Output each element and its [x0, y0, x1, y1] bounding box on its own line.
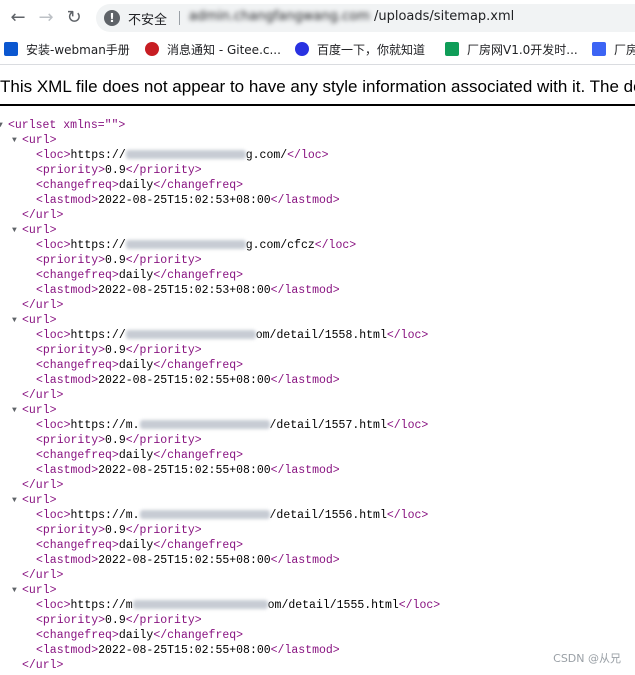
url-open-tag: ▼ <url>	[12, 223, 57, 238]
url-open-tag: ▼ <url>	[12, 133, 57, 148]
redacted-host	[139, 510, 270, 519]
lastmod-element: <lastmod>2022-08-25T15:02:55+08:00</last…	[36, 464, 340, 477]
url-close-tag: </url>	[22, 569, 64, 582]
lastmod-element: <lastmod>2022-08-25T15:02:53+08:00</last…	[36, 284, 340, 297]
bookmark-label: 厂房网V1.0开发时...	[467, 43, 578, 57]
url-host[interactable]: admin.changfangwang.com	[189, 9, 370, 24]
bookmark-icon	[592, 42, 606, 56]
watermark: CSDN @从兄	[553, 652, 621, 665]
bookmark-label: 厂房	[614, 43, 635, 57]
address-bar[interactable]: ! 不安全 admin.changfangwang.com /uploads/s…	[96, 4, 635, 32]
webman-icon	[4, 42, 18, 56]
separator	[179, 11, 180, 25]
collapse-arrow-icon[interactable]: ▼	[12, 223, 20, 238]
collapse-arrow-icon[interactable]: ▼	[12, 403, 20, 418]
urlset-open-tag: ▼ <urlset xmlns="">	[0, 118, 126, 133]
loc-element: <loc>https://m./detail/1557.html</loc>	[36, 419, 429, 432]
priority-element: <priority>0.9</priority>	[36, 254, 202, 267]
redacted-host	[139, 420, 270, 429]
priority-element: <priority>0.9</priority>	[36, 164, 202, 177]
changefreq-element: <changefreq>daily</changefreq>	[36, 179, 244, 192]
collapse-arrow-icon[interactable]: ▼	[12, 313, 20, 328]
url-close-tag: </url>	[22, 389, 64, 402]
forward-icon[interactable]: →	[36, 8, 56, 28]
bookmarks-bar: 安装-webman手册 消息通知 - Gitee.c... 百度一下，你就知道 …	[0, 36, 635, 65]
bookmark-changfang-2[interactable]: 厂房	[592, 41, 635, 59]
changefreq-element: <changefreq>daily</changefreq>	[36, 629, 244, 642]
warning-icon[interactable]: !	[104, 10, 120, 26]
xml-tree: ▼ <urlset xmlns=""> ▼ <url> <loc>https://g.c…	[0, 118, 635, 673]
collapse-arrow-icon[interactable]: ▼	[0, 118, 6, 133]
lastmod-element: <lastmod>2022-08-25T15:02:55+08:00</last…	[36, 374, 340, 387]
collapse-arrow-icon[interactable]: ▼	[12, 133, 20, 148]
lastmod-element: <lastmod>2022-08-25T15:02:55+08:00</last…	[36, 644, 340, 657]
changefreq-element: <changefreq>daily</changefreq>	[36, 539, 244, 552]
url-open-tag: ▼ <url>	[12, 403, 57, 418]
changefreq-element: <changefreq>daily</changefreq>	[36, 449, 244, 462]
redacted-host	[125, 330, 256, 339]
security-label[interactable]: 不安全	[128, 9, 167, 28]
bookmark-baidu[interactable]: 百度一下，你就知道	[295, 41, 425, 59]
url-open-tag: ▼ <url>	[12, 313, 57, 328]
url-close-tag: </url>	[22, 479, 64, 492]
loc-element: <loc>https://m./detail/1556.html</loc>	[36, 509, 429, 522]
bookmark-label: 安装-webman手册	[26, 43, 130, 57]
xml-style-notice: This XML file does not appear to have an…	[0, 70, 635, 106]
loc-element: <loc>https://m om/detail/1555.html</loc>	[36, 599, 441, 612]
baidu-icon	[295, 42, 309, 56]
url-open-tag: ▼ <url>	[12, 583, 57, 598]
url-close-tag: </url>	[22, 209, 64, 222]
loc-element: <loc>https://om/detail/1558.html</loc>	[36, 329, 429, 342]
collapse-arrow-icon[interactable]: ▼	[12, 493, 20, 508]
url-close-tag: </url>	[22, 299, 64, 312]
priority-element: <priority>0.9</priority>	[36, 344, 202, 357]
bookmark-label: 百度一下，你就知道	[317, 43, 426, 57]
bookmark-gitee[interactable]: 消息通知 - Gitee.c...	[145, 41, 281, 59]
changefreq-element: <changefreq>daily</changefreq>	[36, 359, 244, 372]
redacted-host	[132, 600, 268, 609]
redacted-host	[125, 240, 246, 249]
bookmark-label: 消息通知 - Gitee.c...	[167, 43, 281, 57]
loc-element: <loc>https://g.com/cfcz</loc>	[36, 239, 357, 252]
collapse-arrow-icon[interactable]: ▼	[12, 583, 20, 598]
sheets-icon	[445, 42, 459, 56]
back-icon[interactable]: ←	[8, 8, 28, 28]
lastmod-element: <lastmod>2022-08-25T15:02:55+08:00</last…	[36, 554, 340, 567]
changefreq-element: <changefreq>daily</changefreq>	[36, 269, 244, 282]
redacted-host	[125, 150, 246, 159]
priority-element: <priority>0.9</priority>	[36, 524, 202, 537]
reload-icon[interactable]: ↻	[64, 8, 84, 28]
loc-element: <loc>https://g.com/</loc>	[36, 149, 329, 162]
browser-toolbar: ← → ↻ ! 不安全 admin.changfangwang.com /upl…	[0, 0, 635, 36]
bookmark-changfang[interactable]: 厂房网V1.0开发时...	[445, 41, 578, 59]
url-path[interactable]: /uploads/sitemap.xml	[374, 9, 514, 24]
priority-element: <priority>0.9</priority>	[36, 614, 202, 627]
url-open-tag: ▼ <url>	[12, 493, 57, 508]
url-close-tag: </url>	[22, 659, 64, 672]
gitee-icon	[145, 42, 159, 56]
priority-element: <priority>0.9</priority>	[36, 434, 202, 447]
bookmark-webman[interactable]: 安装-webman手册	[4, 41, 130, 59]
lastmod-element: <lastmod>2022-08-25T15:02:53+08:00</last…	[36, 194, 340, 207]
